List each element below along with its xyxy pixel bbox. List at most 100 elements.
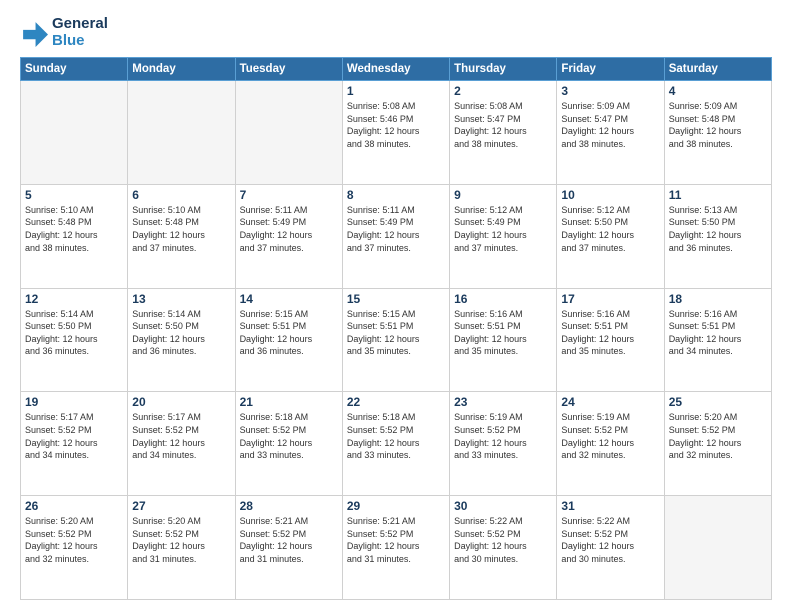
calendar-cell: 10 Sunrise: 5:12 AM Sunset: 5:50 PM Dayli… bbox=[557, 184, 664, 288]
day-number: 9 bbox=[454, 188, 552, 202]
day-number: 8 bbox=[347, 188, 445, 202]
week-row-2: 5 Sunrise: 5:10 AM Sunset: 5:48 PM Daylig… bbox=[21, 184, 772, 288]
day-number: 1 bbox=[347, 84, 445, 98]
cell-info: Sunrise: 5:11 AM Sunset: 5:49 PM Dayligh… bbox=[240, 204, 338, 254]
day-number: 3 bbox=[561, 84, 659, 98]
day-number: 11 bbox=[669, 188, 767, 202]
calendar: SundayMondayTuesdayWednesdayThursdayFrid… bbox=[20, 57, 772, 600]
calendar-cell: 28 Sunrise: 5:21 AM Sunset: 5:52 PM Dayli… bbox=[235, 496, 342, 600]
day-header-sunday: Sunday bbox=[21, 58, 128, 81]
logo-line2: Blue bbox=[52, 33, 108, 50]
day-number: 13 bbox=[132, 292, 230, 306]
calendar-cell bbox=[128, 81, 235, 185]
calendar-cell: 8 Sunrise: 5:11 AM Sunset: 5:49 PM Daylig… bbox=[342, 184, 449, 288]
calendar-cell: 3 Sunrise: 5:09 AM Sunset: 5:47 PM Daylig… bbox=[557, 81, 664, 185]
logo-text: GeneralBlue bbox=[52, 16, 108, 49]
calendar-cell: 15 Sunrise: 5:15 AM Sunset: 5:51 PM Dayli… bbox=[342, 288, 449, 392]
calendar-cell: 7 Sunrise: 5:11 AM Sunset: 5:49 PM Daylig… bbox=[235, 184, 342, 288]
day-number: 26 bbox=[25, 499, 123, 513]
cell-info: Sunrise: 5:11 AM Sunset: 5:49 PM Dayligh… bbox=[347, 204, 445, 254]
day-number: 14 bbox=[240, 292, 338, 306]
calendar-cell: 5Sunrise: 5:10 AM Sunset: 5:48 PM Daylig… bbox=[21, 184, 128, 288]
calendar-cell: 18 Sunrise: 5:16 AM Sunset: 5:51 PM Dayli… bbox=[664, 288, 771, 392]
calendar-cell: 23Sunrise: 5:19 AM Sunset: 5:52 PM Dayli… bbox=[450, 392, 557, 496]
cell-info: Sunrise: 5:20 AM Sunset: 5:52 PM Dayligh… bbox=[132, 515, 230, 565]
day-header-thursday: Thursday bbox=[450, 58, 557, 81]
cell-info: Sunrise: 5:14 AM Sunset: 5:50 PM Dayligh… bbox=[132, 308, 230, 358]
calendar-cell: 26 Sunrise: 5:20 AM Sunset: 5:52 PM Dayli… bbox=[21, 496, 128, 600]
logo-line1: General bbox=[52, 16, 108, 33]
cell-info: Sunrise: 5:16 AM Sunset: 5:51 PM Dayligh… bbox=[669, 308, 767, 358]
logo-icon bbox=[20, 19, 48, 47]
day-number: 28 bbox=[240, 499, 338, 513]
cell-info: Sunrise: 5:18 AM Sunset: 5:52 PM Dayligh… bbox=[240, 411, 338, 461]
day-number: 17 bbox=[561, 292, 659, 306]
cell-info: Sunrise: 5:16 AM Sunset: 5:51 PM Dayligh… bbox=[454, 308, 552, 358]
cell-info: Sunrise: 5:19 AM Sunset: 5:52 PM Dayligh… bbox=[561, 411, 659, 461]
calendar-cell: 21 Sunrise: 5:18 AM Sunset: 5:52 PM Dayli… bbox=[235, 392, 342, 496]
calendar-cell: 11 Sunrise: 5:13 AM Sunset: 5:50 PM Dayli… bbox=[664, 184, 771, 288]
page: GeneralBlue SundayMondayTuesdayWednesday… bbox=[0, 0, 792, 612]
calendar-cell: 6 Sunrise: 5:10 AM Sunset: 5:48 PM Daylig… bbox=[128, 184, 235, 288]
day-number: 10 bbox=[561, 188, 659, 202]
calendar-cell: 24 Sunrise: 5:19 AM Sunset: 5:52 PM Dayli… bbox=[557, 392, 664, 496]
calendar-cell: 9 Sunrise: 5:12 AM Sunset: 5:49 PM Daylig… bbox=[450, 184, 557, 288]
day-number: 24 bbox=[561, 395, 659, 409]
cell-info: Sunrise: 5:08 AM Sunset: 5:46 PM Dayligh… bbox=[347, 100, 445, 150]
calendar-cell: 4 Sunrise: 5:09 AM Sunset: 5:48 PM Daylig… bbox=[664, 81, 771, 185]
calendar-cell: 14Sunrise: 5:15 AM Sunset: 5:51 PM Dayli… bbox=[235, 288, 342, 392]
calendar-cell: 30Sunrise: 5:22 AM Sunset: 5:52 PM Dayli… bbox=[450, 496, 557, 600]
day-number: 5 bbox=[25, 188, 123, 202]
cell-info: Sunrise: 5:17 AM Sunset: 5:52 PM Dayligh… bbox=[25, 411, 123, 461]
cell-info: Sunrise: 5:18 AM Sunset: 5:52 PM Dayligh… bbox=[347, 411, 445, 461]
cell-info: Sunrise: 5:09 AM Sunset: 5:47 PM Dayligh… bbox=[561, 100, 659, 150]
cell-info: Sunrise: 5:20 AM Sunset: 5:52 PM Dayligh… bbox=[669, 411, 767, 461]
day-header-tuesday: Tuesday bbox=[235, 58, 342, 81]
cell-info: Sunrise: 5:15 AM Sunset: 5:51 PM Dayligh… bbox=[347, 308, 445, 358]
cell-info: Sunrise: 5:16 AM Sunset: 5:51 PM Dayligh… bbox=[561, 308, 659, 358]
day-number: 12 bbox=[25, 292, 123, 306]
cell-info: Sunrise: 5:19 AM Sunset: 5:52 PM Dayligh… bbox=[454, 411, 552, 461]
calendar-cell: 17 Sunrise: 5:16 AM Sunset: 5:51 PM Dayli… bbox=[557, 288, 664, 392]
cell-info: Sunrise: 5:12 AM Sunset: 5:49 PM Dayligh… bbox=[454, 204, 552, 254]
day-number: 25 bbox=[669, 395, 767, 409]
calendar-cell: 20Sunrise: 5:17 AM Sunset: 5:52 PM Dayli… bbox=[128, 392, 235, 496]
cell-info: Sunrise: 5:08 AM Sunset: 5:47 PM Dayligh… bbox=[454, 100, 552, 150]
calendar-cell: 29Sunrise: 5:21 AM Sunset: 5:52 PM Dayli… bbox=[342, 496, 449, 600]
calendar-cell: 16Sunrise: 5:16 AM Sunset: 5:51 PM Dayli… bbox=[450, 288, 557, 392]
day-number: 15 bbox=[347, 292, 445, 306]
day-header-friday: Friday bbox=[557, 58, 664, 81]
cell-info: Sunrise: 5:10 AM Sunset: 5:48 PM Dayligh… bbox=[132, 204, 230, 254]
day-number: 30 bbox=[454, 499, 552, 513]
day-number: 18 bbox=[669, 292, 767, 306]
cell-info: Sunrise: 5:12 AM Sunset: 5:50 PM Dayligh… bbox=[561, 204, 659, 254]
calendar-cell: 25 Sunrise: 5:20 AM Sunset: 5:52 PM Dayli… bbox=[664, 392, 771, 496]
day-header-saturday: Saturday bbox=[664, 58, 771, 81]
calendar-cell: 31 Sunrise: 5:22 AM Sunset: 5:52 PM Dayli… bbox=[557, 496, 664, 600]
calendar-cell: 27Sunrise: 5:20 AM Sunset: 5:52 PM Dayli… bbox=[128, 496, 235, 600]
week-row-4: 19 Sunrise: 5:17 AM Sunset: 5:52 PM Dayli… bbox=[21, 392, 772, 496]
day-number: 31 bbox=[561, 499, 659, 513]
day-number: 20 bbox=[132, 395, 230, 409]
cell-info: Sunrise: 5:22 AM Sunset: 5:52 PM Dayligh… bbox=[561, 515, 659, 565]
cell-info: Sunrise: 5:20 AM Sunset: 5:52 PM Dayligh… bbox=[25, 515, 123, 565]
day-number: 4 bbox=[669, 84, 767, 98]
week-row-1: 1 Sunrise: 5:08 AM Sunset: 5:46 PM Daylig… bbox=[21, 81, 772, 185]
cell-info: Sunrise: 5:21 AM Sunset: 5:52 PM Dayligh… bbox=[240, 515, 338, 565]
day-number: 21 bbox=[240, 395, 338, 409]
day-number: 19 bbox=[25, 395, 123, 409]
day-number: 22 bbox=[347, 395, 445, 409]
calendar-cell bbox=[664, 496, 771, 600]
cell-info: Sunrise: 5:14 AM Sunset: 5:50 PM Dayligh… bbox=[25, 308, 123, 358]
day-header-wednesday: Wednesday bbox=[342, 58, 449, 81]
week-row-3: 12 Sunrise: 5:14 AM Sunset: 5:50 PM Dayli… bbox=[21, 288, 772, 392]
day-header-monday: Monday bbox=[128, 58, 235, 81]
calendar-cell: 2 Sunrise: 5:08 AM Sunset: 5:47 PM Daylig… bbox=[450, 81, 557, 185]
calendar-cell: 12 Sunrise: 5:14 AM Sunset: 5:50 PM Dayli… bbox=[21, 288, 128, 392]
day-number: 2 bbox=[454, 84, 552, 98]
cell-info: Sunrise: 5:09 AM Sunset: 5:48 PM Dayligh… bbox=[669, 100, 767, 150]
calendar-cell bbox=[235, 81, 342, 185]
cell-info: Sunrise: 5:13 AM Sunset: 5:50 PM Dayligh… bbox=[669, 204, 767, 254]
day-number: 6 bbox=[132, 188, 230, 202]
day-number: 7 bbox=[240, 188, 338, 202]
